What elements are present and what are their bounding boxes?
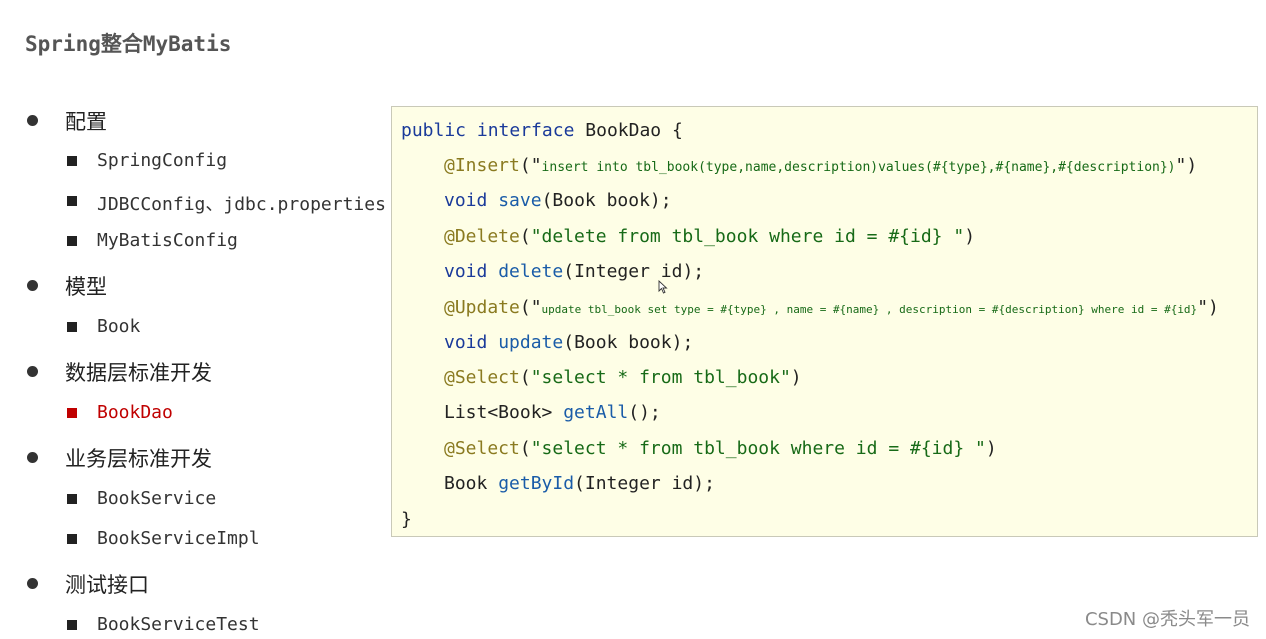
outline-subitem-label: BookServiceImpl — [97, 528, 260, 549]
code-line: List<Book> getAll(); — [444, 402, 661, 423]
bullet-icon — [27, 366, 38, 377]
code-line: @Delete("delete from tbl_book where id =… — [444, 226, 976, 247]
code-line: @Select("select * from tbl_book where id… — [444, 438, 997, 459]
outline-subitem-label: Book — [97, 316, 141, 337]
mouse-cursor-icon — [658, 280, 668, 294]
bullet-icon — [27, 280, 38, 291]
code-line: @Select("select * from tbl_book") — [444, 367, 802, 388]
square-bullet-icon — [67, 494, 77, 504]
code-line: @Insert("insert into tbl_book(type,name,… — [444, 155, 1198, 176]
square-bullet-icon — [67, 156, 77, 166]
bullet-icon — [27, 452, 38, 463]
square-bullet-icon — [67, 322, 77, 332]
page-title: Spring整合MyBatis — [25, 32, 232, 56]
square-bullet-icon — [67, 534, 77, 544]
outline-subitem-label: BookDao — [97, 402, 173, 423]
code-line: void save(Book book); — [444, 190, 672, 211]
square-bullet-icon — [67, 620, 77, 630]
code-line: public interface BookDao { — [401, 120, 683, 141]
outline-item-label: 测试接口 — [65, 573, 149, 597]
code-line: @Update("update tbl_book set type = #{ty… — [444, 297, 1219, 318]
square-bullet-icon — [67, 236, 77, 246]
outline-subitem-label: BookServiceTest — [97, 614, 260, 635]
code-line: Book getById(Integer id); — [444, 473, 715, 494]
bullet-icon — [27, 578, 38, 589]
outline-item-label: 业务层标准开发 — [65, 447, 212, 471]
outline-item-label: 模型 — [65, 275, 107, 299]
outline-subitem-label: SpringConfig — [97, 150, 228, 171]
outline-subitem-label: MyBatisConfig — [97, 230, 238, 251]
outline-item-label: 数据层标准开发 — [65, 361, 212, 385]
bullet-icon — [27, 115, 38, 126]
outline-subitem-label: JDBCConfig、jdbc.properties — [97, 194, 386, 215]
watermark: CSDN @秃头军一员 — [1084, 609, 1250, 630]
code-block: public interface BookDao { @Insert("inse… — [391, 106, 1258, 537]
square-bullet-icon — [67, 196, 77, 206]
code-line: void update(Book book); — [444, 332, 694, 353]
outline-item-label: 配置 — [65, 110, 107, 134]
outline-subitem-label: BookService — [97, 488, 217, 509]
code-line: } — [401, 509, 412, 530]
square-bullet-icon — [67, 408, 77, 418]
